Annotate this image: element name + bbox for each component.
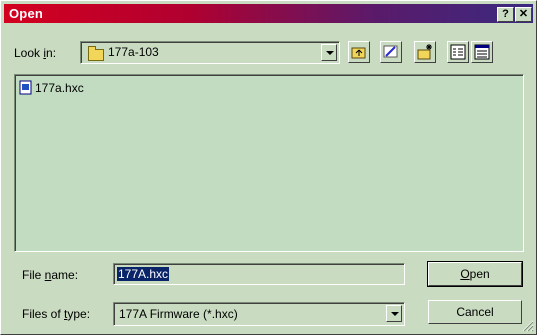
close-button[interactable]: ✕ — [515, 7, 532, 22]
file-name-input[interactable]: 177A.hxc — [113, 263, 405, 285]
help-button[interactable]: ? — [497, 7, 514, 22]
details-view-icon — [474, 44, 490, 60]
file-list[interactable]: 177a.hxc — [14, 74, 524, 252]
file-type-combo[interactable]: 177A Firmware (*.hxc) — [113, 302, 405, 326]
resize-grip-icon[interactable] — [522, 320, 534, 332]
up-one-level-icon — [351, 47, 366, 59]
file-name-label: File name: — [22, 268, 79, 282]
title-bar[interactable]: Open ? ✕ — [4, 4, 533, 23]
look-in-value: 177a-103 — [108, 45, 159, 59]
list-view-icon — [450, 44, 466, 60]
file-name-value: 177A.hxc — [117, 267, 170, 281]
details-view-button[interactable] — [471, 41, 493, 63]
look-in-dropdown-button[interactable] — [321, 44, 337, 61]
look-in-label: Look in: — [14, 46, 57, 60]
desktop-button[interactable] — [380, 41, 402, 63]
up-one-level-button[interactable] — [348, 41, 370, 63]
file-name: 177a.hxc — [35, 81, 84, 95]
look-in-combo[interactable]: 177a-103 — [80, 41, 340, 64]
create-new-folder-icon — [417, 44, 432, 60]
desktop-icon — [383, 45, 398, 58]
file-type-value: 177A Firmware (*.hxc) — [119, 307, 238, 321]
hxc-file-icon — [19, 80, 32, 95]
list-view-button[interactable] — [447, 41, 469, 63]
open-dialog: Open ? ✕ Look in: 177a-103 177a.hxc File… — [0, 0, 537, 335]
cancel-button[interactable]: Cancel — [428, 300, 522, 324]
folder-icon — [88, 46, 104, 61]
open-button[interactable]: Open — [427, 261, 523, 287]
create-new-folder-button[interactable] — [414, 41, 436, 63]
dialog-title: Open — [9, 6, 44, 21]
file-type-label: Files of type: — [22, 307, 91, 321]
file-type-dropdown-button[interactable] — [386, 305, 402, 322]
